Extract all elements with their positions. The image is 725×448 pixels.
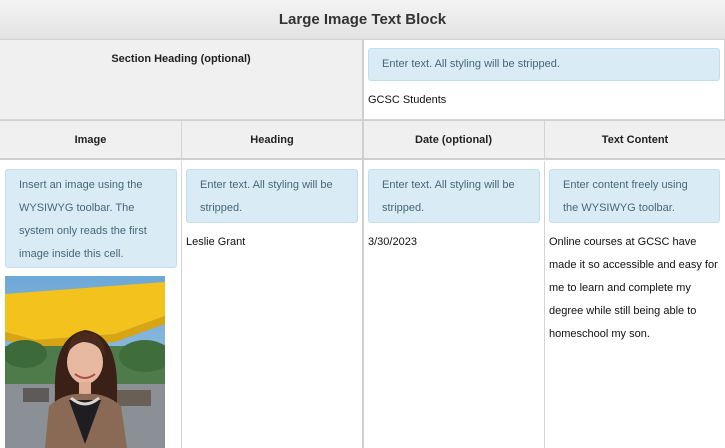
photo-illustration [5, 276, 165, 448]
column-header-text: Text Content [545, 121, 725, 160]
column-header-date: Date (optional) [363, 121, 545, 160]
column-header-image: Image [0, 121, 182, 160]
block-title: Large Image Text Block [0, 0, 725, 40]
text-hint: Enter content freely using the WYSIWYG t… [549, 169, 720, 223]
date-hint: Enter text. All styling will be stripped… [368, 169, 540, 223]
section-heading-value[interactable]: GCSC Students [368, 89, 446, 112]
image-hint: Insert an image using the WYSIWYG toolba… [5, 169, 177, 268]
column-header-heading: Heading [182, 121, 363, 160]
section-heading-label: Section Heading (optional) [0, 40, 363, 120]
row-text-value[interactable]: Online courses at GCSC have made it so a… [549, 231, 721, 346]
row-date-value[interactable]: 3/30/2023 [368, 231, 417, 254]
section-heading-hint: Enter text. All styling will be stripped… [368, 48, 720, 81]
row-heading-value[interactable]: Leslie Grant [186, 231, 245, 254]
profile-photo[interactable] [5, 276, 165, 448]
heading-hint: Enter text. All styling will be stripped… [186, 169, 358, 223]
column-divider [362, 40, 364, 448]
